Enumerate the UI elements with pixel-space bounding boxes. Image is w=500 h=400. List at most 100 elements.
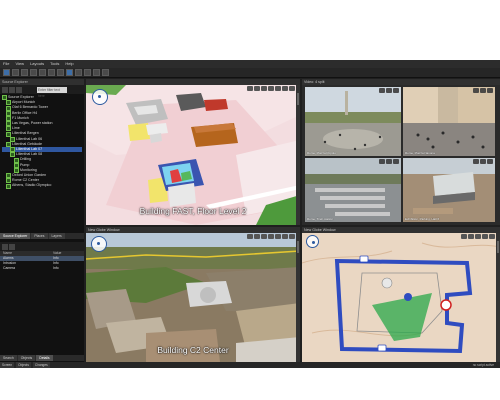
- compass-icon[interactable]: [92, 89, 108, 105]
- record-icon[interactable]: [487, 88, 493, 93]
- details-toolbar: [0, 242, 84, 251]
- layers-icon[interactable]: [282, 234, 288, 239]
- refresh-icon[interactable]: [16, 86, 22, 93]
- vertical-scrollbar[interactable]: [296, 85, 300, 225]
- menu-bar: File View Layouts Tools Help: [0, 60, 500, 68]
- zoom-in-icon[interactable]: [247, 234, 253, 239]
- camera-label: Rome, Train station: [307, 217, 334, 221]
- ptz-icon[interactable]: [480, 159, 486, 164]
- home-view-icon[interactable]: [275, 234, 281, 239]
- source-tree: Source Explorer Airport Munich Olaf 6 Bern…: [0, 94, 84, 190]
- compass-icon[interactable]: [91, 236, 107, 252]
- camera-icon[interactable]: [48, 69, 55, 76]
- video-split-view[interactable]: Video: 4 split Rome, Piazza Popolo Rome,…: [302, 79, 500, 225]
- table-row[interactable]: Camera Info: [0, 266, 84, 271]
- menu-file[interactable]: File: [3, 60, 9, 68]
- map-icon[interactable]: [12, 69, 19, 76]
- fullscreen-icon[interactable]: [289, 234, 295, 239]
- camera-1-image: [305, 87, 401, 156]
- rotate-icon[interactable]: [261, 234, 267, 239]
- row-name: Camera: [3, 266, 16, 270]
- zoom-out-icon[interactable]: [254, 86, 260, 91]
- camera-controls: [379, 88, 399, 93]
- camera-icon[interactable]: [379, 159, 385, 164]
- vertical-scrollbar[interactable]: [496, 233, 500, 362]
- ptz-icon[interactable]: [480, 88, 486, 93]
- checkbox-icon[interactable]: [6, 183, 11, 189]
- tree-item[interactable]: Athens, Stadio Olympico: [2, 183, 82, 189]
- status-tab-changes[interactable]: Changes: [32, 362, 50, 368]
- settings-icon[interactable]: [75, 69, 82, 76]
- record-icon[interactable]: [84, 69, 91, 76]
- menu-view[interactable]: View: [15, 60, 24, 68]
- sort-icon[interactable]: [9, 243, 15, 250]
- tilt-icon[interactable]: [268, 234, 274, 239]
- zoom-in-icon[interactable]: [247, 86, 253, 91]
- view-title: Video: 4 split: [302, 79, 500, 85]
- camera-3-image: [305, 158, 401, 222]
- record-icon[interactable]: [487, 159, 493, 164]
- menu-help[interactable]: Help: [65, 60, 73, 68]
- home-icon[interactable]: [3, 69, 10, 76]
- layers-icon[interactable]: [282, 86, 288, 91]
- details-panel: Name Value Alarms Info Intrusion Info Ca…: [0, 242, 84, 271]
- ptz-icon[interactable]: [386, 159, 392, 164]
- building-3d-view[interactable]: Building FAST, Floor Level 2: [86, 79, 300, 225]
- globe-window-map[interactable]: New Globe Window: [302, 227, 500, 362]
- expand-icon[interactable]: [2, 86, 8, 93]
- status-tab-objects[interactable]: Objects: [16, 362, 31, 368]
- tilt-icon[interactable]: [268, 86, 274, 91]
- compass-icon[interactable]: [306, 235, 319, 248]
- status-tab-screen[interactable]: Screen: [0, 362, 15, 368]
- camera-feed-3[interactable]: Rome, Train station: [305, 158, 401, 222]
- zoom-out-icon[interactable]: [468, 234, 474, 239]
- camera-controls: [473, 88, 493, 93]
- record-icon[interactable]: [393, 88, 399, 93]
- zoom-in-icon[interactable]: [461, 234, 467, 239]
- tab-details[interactable]: Details: [36, 355, 53, 361]
- rotate-icon[interactable]: [261, 86, 267, 91]
- video-icon[interactable]: [57, 69, 64, 76]
- search-input[interactable]: Enter filter text here: [37, 86, 67, 98]
- vertical-scrollbar[interactable]: [296, 233, 300, 362]
- tab-layers[interactable]: Layers: [48, 233, 65, 239]
- globe-icon[interactable]: [21, 69, 28, 76]
- explorer-toolbar: Enter filter text here: [0, 85, 84, 98]
- status-bar: Screen Objects Changes no script active: [0, 362, 500, 368]
- tab-search[interactable]: Search: [0, 355, 17, 361]
- globe-window-aerial[interactable]: New Globe Window Building C2 Center: [86, 227, 300, 362]
- zoom-out-icon[interactable]: [254, 234, 260, 239]
- menu-layouts[interactable]: Layouts: [30, 60, 44, 68]
- rotate-icon[interactable]: [475, 234, 481, 239]
- layers-icon[interactable]: [482, 234, 488, 239]
- camera-feed-4[interactable]: Exhibition, Parking, Hall 6: [403, 158, 495, 222]
- zoom-icon[interactable]: [66, 69, 73, 76]
- play-icon[interactable]: [93, 69, 100, 76]
- grid-icon[interactable]: [39, 69, 46, 76]
- camera-label: Rome, Piazza Popolo: [307, 151, 336, 155]
- tab-objects[interactable]: Objects: [17, 355, 36, 361]
- clock-icon[interactable]: [102, 69, 109, 76]
- record-icon[interactable]: [393, 159, 399, 164]
- camera-label: Exhibition, Parking, Hall 6: [405, 217, 440, 221]
- home-view-icon[interactable]: [275, 86, 281, 91]
- camera-icon[interactable]: [379, 88, 385, 93]
- tab-source-explorer[interactable]: Source Explorer: [0, 233, 31, 239]
- camera-label: Rome, Piazza Navona: [405, 151, 435, 155]
- filter-icon[interactable]: [2, 243, 8, 250]
- camera-icon[interactable]: [473, 88, 479, 93]
- tree-item-label: Athens, Stadio Olympico: [12, 183, 52, 188]
- camera-controls: [379, 159, 399, 164]
- ptz-icon[interactable]: [386, 88, 392, 93]
- collapse-icon[interactable]: [9, 86, 15, 93]
- camera-feed-2[interactable]: Rome, Piazza Navona: [403, 87, 495, 156]
- tab-places[interactable]: Places: [31, 233, 48, 239]
- fullscreen-icon[interactable]: [489, 234, 495, 239]
- layout-icon[interactable]: [30, 69, 37, 76]
- explorer-tabs: Source Explorer Places Layers: [0, 233, 84, 239]
- camera-icon[interactable]: [473, 159, 479, 164]
- camera-feed-1[interactable]: Rome, Piazza Popolo: [305, 87, 401, 156]
- toolbar: [0, 68, 500, 78]
- menu-tools[interactable]: Tools: [50, 60, 59, 68]
- fullscreen-icon[interactable]: [289, 86, 295, 91]
